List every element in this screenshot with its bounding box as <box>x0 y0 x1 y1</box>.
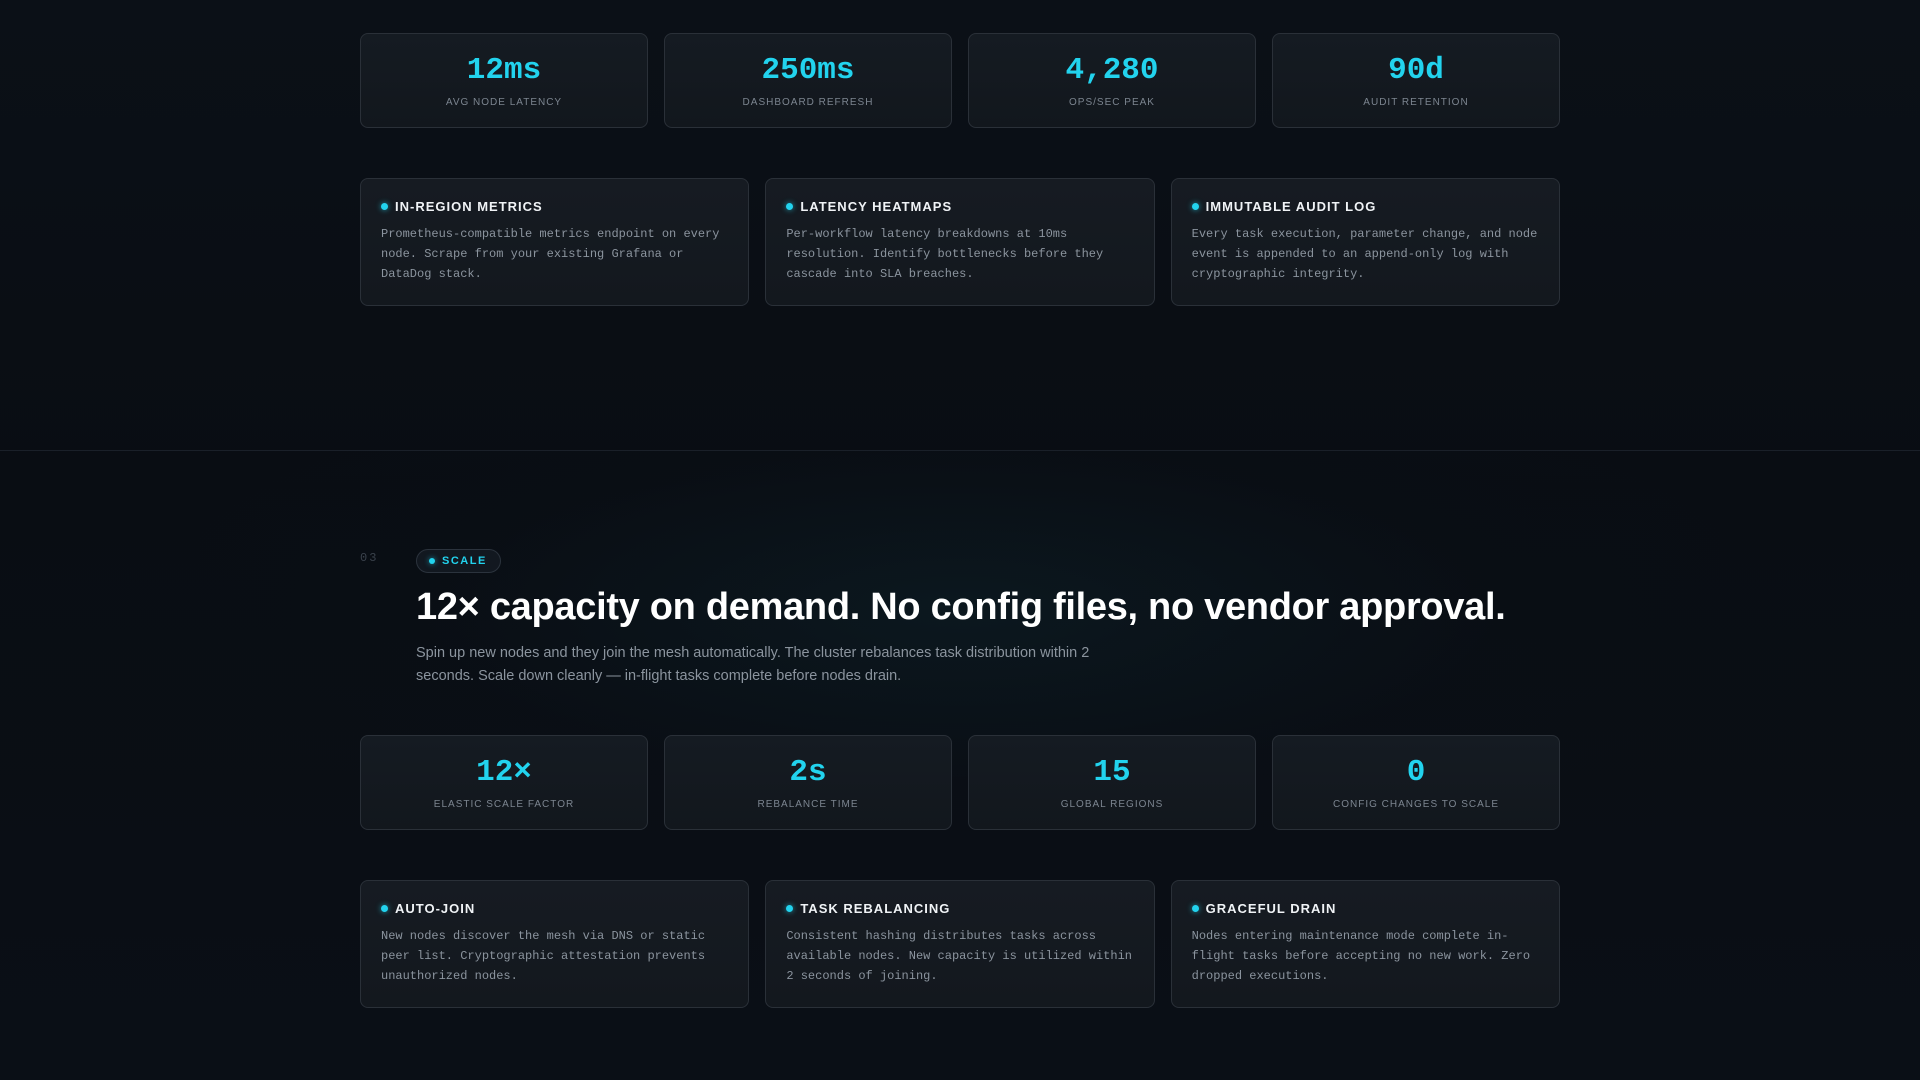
scale-features-row: AUTO-JOIN New nodes discover the mesh vi… <box>360 880 1560 1008</box>
section-divider <box>0 450 1920 451</box>
tag-dot-icon <box>429 558 435 564</box>
section-headline: 12× capacity on demand. No config files,… <box>416 586 1506 628</box>
section-number: 03 <box>360 551 379 565</box>
feature-title: LATENCY HEATMAPS <box>786 199 1133 214</box>
feature-title-text: LATENCY HEATMAPS <box>800 199 953 214</box>
stat-value: 12× <box>476 755 532 790</box>
stat-label: REBALANCE TIME <box>757 799 859 810</box>
stat-value: 2s <box>789 755 827 790</box>
feature-title: IMMUTABLE AUDIT LOG <box>1191 199 1539 214</box>
stat-card-config-changes-to-scale: 0 CONFIG CHANGES TO SCALE <box>1272 735 1560 830</box>
feature-description: Consistent hashing distributes tasks acr… <box>786 929 1132 983</box>
stat-card-audit-retention: 90d AUDIT RETENTION <box>1272 33 1560 128</box>
feature-card-immutable-audit-log: IMMUTABLE AUDIT LOG Every task execution… <box>1170 178 1560 306</box>
stat-value: 250ms <box>761 53 855 88</box>
stat-card-rebalance-time: 2s REBALANCE TIME <box>664 735 952 830</box>
feature-card-auto-join: AUTO-JOIN New nodes discover the mesh vi… <box>360 880 750 1008</box>
stat-card-ops-sec-peak: 4,280 OPS/SEC PEAK <box>968 33 1256 128</box>
feature-title: IN-REGION METRICS <box>381 199 728 214</box>
bullet-dot-icon <box>381 905 388 912</box>
feature-description: New nodes discover the mesh via DNS or s… <box>381 929 706 983</box>
stat-label: ELASTIC SCALE FACTOR <box>433 799 575 810</box>
feature-card-in-region-metrics: IN-REGION METRICS Prometheus-compatible … <box>360 178 750 306</box>
feature-description: Per-workflow latency breakdowns at 10ms … <box>786 227 1104 281</box>
feature-title-text: IN-REGION METRICS <box>395 199 543 214</box>
bullet-dot-icon <box>786 905 794 912</box>
stat-label: AUDIT RETENTION <box>1363 97 1469 108</box>
stat-card-elastic-scale-factor: 12× ELASTIC SCALE FACTOR <box>360 735 648 830</box>
stat-card-global-regions: 15 GLOBAL REGIONS <box>968 735 1256 830</box>
stat-value: 90d <box>1388 53 1444 88</box>
section-subtext: Spin up new nodes and they join the mesh… <box>416 645 1090 684</box>
feature-title: TASK REBALANCING <box>786 901 1133 916</box>
section-tag-text: SCALE <box>442 555 487 567</box>
feature-card-latency-heatmaps: LATENCY HEATMAPS Per-workflow latency br… <box>765 178 1155 306</box>
feature-title: AUTO-JOIN <box>381 901 728 916</box>
feature-card-task-rebalancing: TASK REBALANCING Consistent hashing dist… <box>765 880 1155 1008</box>
feature-description: Every task execution, parameter change, … <box>1191 227 1538 281</box>
feature-card-graceful-drain: GRACEFUL DRAIN Nodes entering maintenanc… <box>1170 880 1560 1008</box>
top-features-row: IN-REGION METRICS Prometheus-compatible … <box>360 178 1560 306</box>
scale-features-section: AUTO-JOIN New nodes discover the mesh vi… <box>360 880 1560 1008</box>
top-features-section: IN-REGION METRICS Prometheus-compatible … <box>360 178 1560 306</box>
stat-card-dashboard-refresh: 250ms DASHBOARD REFRESH <box>664 33 952 128</box>
feature-title-text: TASK REBALANCING <box>800 901 951 916</box>
feature-title: GRACEFUL DRAIN <box>1191 901 1539 916</box>
stat-label: AVG NODE LATENCY <box>445 97 563 108</box>
stat-value: 12ms <box>466 53 542 88</box>
bullet-dot-icon <box>1191 905 1199 912</box>
top-stats-section: 12ms AVG NODE LATENCY 250ms DASHBOARD RE… <box>360 33 1560 128</box>
stat-value: 15 <box>1093 755 1131 790</box>
scale-stats-section: 12× ELASTIC SCALE FACTOR 2s REBALANCE TI… <box>360 735 1560 830</box>
feature-title-text: AUTO-JOIN <box>395 901 476 916</box>
page: 12ms AVG NODE LATENCY 250ms DASHBOARD RE… <box>0 0 1920 1080</box>
feature-description: Nodes entering maintenance mode complete… <box>1191 929 1531 983</box>
section-tag-badge: SCALE <box>416 549 501 573</box>
stat-label: GLOBAL REGIONS <box>1060 799 1164 810</box>
bullet-dot-icon <box>1191 203 1199 210</box>
stat-label: CONFIG CHANGES TO SCALE <box>1333 799 1499 810</box>
top-stats-row: 12ms AVG NODE LATENCY 250ms DASHBOARD RE… <box>360 33 1560 128</box>
stat-label: OPS/SEC PEAK <box>1069 97 1155 108</box>
stat-value: 0 <box>1406 755 1426 790</box>
stat-card-avg-node-latency: 12ms AVG NODE LATENCY <box>360 33 648 128</box>
feature-title-text: IMMUTABLE AUDIT LOG <box>1205 199 1377 214</box>
stat-label: DASHBOARD REFRESH <box>742 97 874 108</box>
bullet-dot-icon <box>786 203 794 210</box>
scale-stats-row: 12× ELASTIC SCALE FACTOR 2s REBALANCE TI… <box>360 735 1560 830</box>
feature-title-text: GRACEFUL DRAIN <box>1205 901 1337 916</box>
stat-value: 4,280 <box>1065 53 1159 88</box>
feature-description: Prometheus-compatible metrics endpoint o… <box>381 227 720 281</box>
bullet-dot-icon <box>381 203 388 210</box>
